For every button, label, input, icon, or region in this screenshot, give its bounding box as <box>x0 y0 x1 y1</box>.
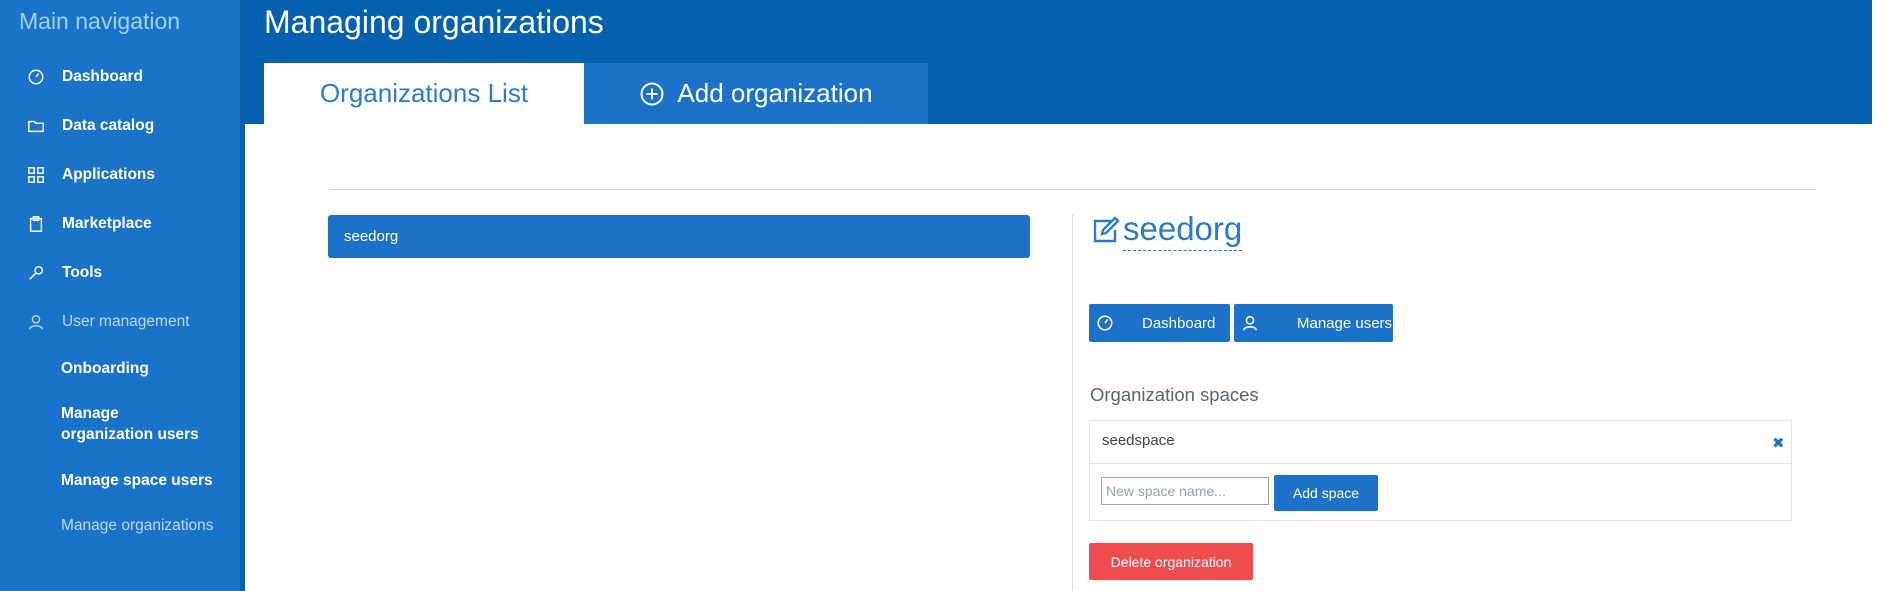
sidebar-item-label: Data catalog <box>62 117 155 134</box>
panel-divider <box>1072 214 1073 591</box>
organization-name-editable[interactable]: seedorg <box>1089 210 1243 251</box>
button-label: Dashboard <box>1142 314 1216 332</box>
sidebar: Main navigation Dashboard Data catalog A… <box>0 0 240 591</box>
edit-icon <box>1089 215 1121 247</box>
folder-icon <box>26 116 46 136</box>
new-space-input[interactable] <box>1101 477 1269 505</box>
dashboard-icon <box>26 67 46 87</box>
grid-icon <box>26 165 46 185</box>
organization-name: seedorg <box>344 228 399 245</box>
page: Main navigation Dashboard Data catalog A… <box>0 0 1892 591</box>
delete-organization-button[interactable]: Delete organization <box>1089 543 1253 580</box>
tab-label: Add organization <box>677 78 873 108</box>
detail-title: seedorg <box>1123 210 1243 251</box>
user-icon <box>1241 314 1259 332</box>
clipboard-icon <box>26 214 46 234</box>
tab-add-organization[interactable]: Add organization <box>584 63 928 124</box>
sidebar-subitem-manage-organization-users[interactable]: Manage organization users <box>61 403 211 445</box>
divider <box>330 189 1816 190</box>
sidebar-item-tools[interactable]: Tools <box>26 258 102 288</box>
page-title: Managing organizations <box>264 4 604 40</box>
sidebar-item-data-catalog[interactable]: Data catalog <box>26 111 154 141</box>
sidebar-item-applications[interactable]: Applications <box>26 160 155 190</box>
wrench-icon <box>26 263 46 283</box>
org-dashboard-button[interactable]: Dashboard <box>1089 304 1230 342</box>
manage-users-button[interactable]: Manage users <box>1234 304 1393 342</box>
dashboard-icon <box>1096 314 1114 332</box>
sidebar-item-label: Tools <box>62 264 103 281</box>
sidebar-subitem-manage-space-users[interactable]: Manage space users <box>61 470 213 491</box>
user-icon <box>26 312 46 332</box>
close-icon[interactable]: ✖ <box>1772 434 1785 452</box>
organization-list-item[interactable]: seedorg <box>328 215 1030 258</box>
sidebar-item-label: User management <box>62 313 190 330</box>
sidebar-subitem-manage-organizations[interactable]: Manage organizations <box>61 515 214 536</box>
sidebar-item-dashboard[interactable]: Dashboard <box>26 62 143 92</box>
sidebar-item-label: Marketplace <box>62 215 152 232</box>
button-label: Manage users <box>1297 314 1393 332</box>
tab-label: Organizations List <box>319 78 529 108</box>
space-list-item: seedspace ✖ <box>1090 421 1791 464</box>
sidebar-item-label: Dashboard <box>62 68 143 85</box>
sidebar-title: Main navigation <box>19 8 181 34</box>
spaces-panel: seedspace ✖ Add space <box>1089 420 1792 521</box>
space-name: seedspace <box>1102 432 1175 449</box>
plus-circle-icon <box>639 81 665 107</box>
sidebar-subitem-onboarding[interactable]: Onboarding <box>61 358 149 379</box>
spaces-section-title: Organization spaces <box>1090 384 1259 405</box>
sidebar-item-marketplace[interactable]: Marketplace <box>26 209 152 239</box>
add-space-button[interactable]: Add space <box>1274 475 1378 511</box>
sidebar-item-label: Applications <box>62 166 156 183</box>
tab-organizations-list[interactable]: Organizations List <box>264 63 584 124</box>
sidebar-item-user-management[interactable]: User management <box>26 307 190 337</box>
